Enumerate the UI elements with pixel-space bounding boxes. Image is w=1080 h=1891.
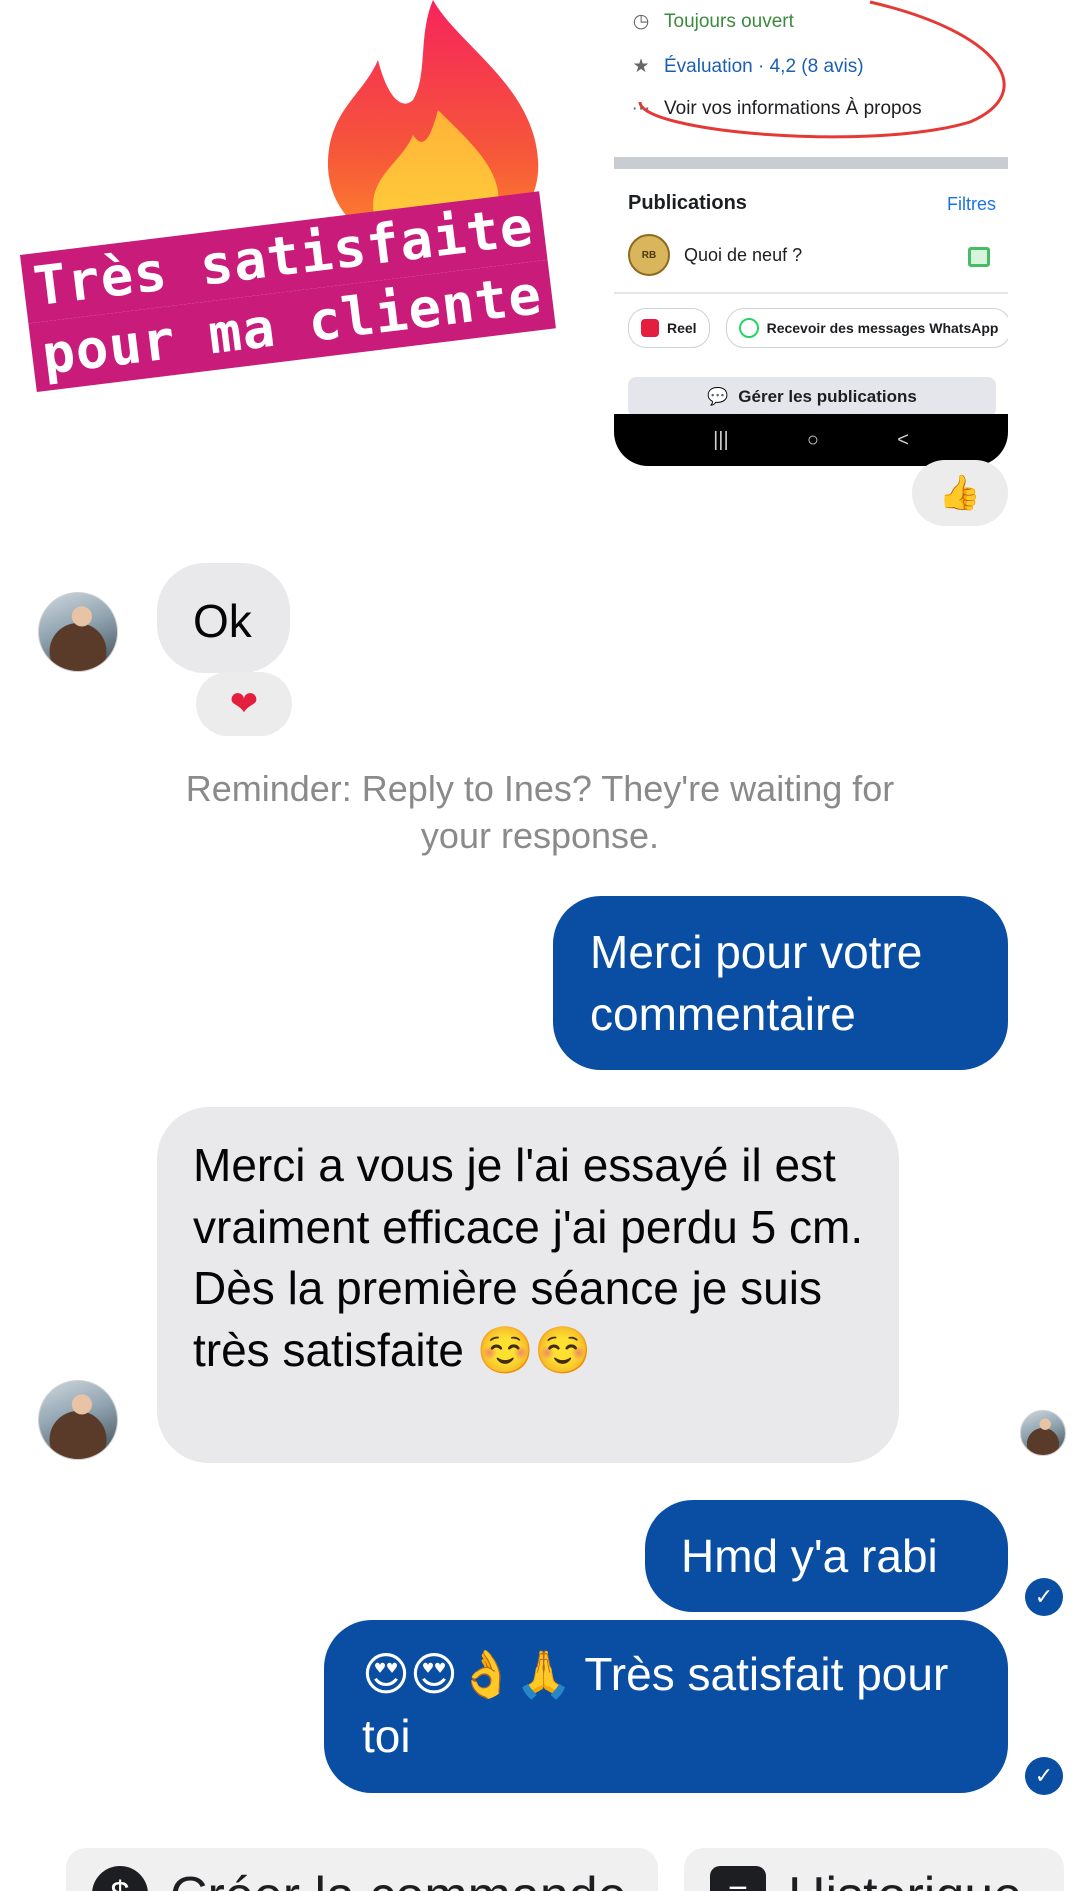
whatsapp-chip: Recevoir des messages WhatsApp (725, 308, 1008, 348)
list-icon: ≡ (710, 1866, 766, 1891)
incoming-message[interactable]: Merci a vous je l'ai essayé il est vraim… (157, 1107, 899, 1463)
outgoing-message[interactable]: Merci pour votre commentaire (553, 896, 1008, 1070)
heart-reaction[interactable]: ❤ (196, 672, 292, 736)
outgoing-message[interactable]: Hmd y'a rabi (645, 1500, 1008, 1612)
contact-avatar[interactable] (38, 592, 118, 672)
reminder-text: Reminder: Reply to Ines? They're waiting… (185, 768, 895, 856)
manage-posts-button: 💬 Gérer les publications (628, 377, 996, 417)
recents-icon: ||| (713, 428, 729, 451)
android-nav-bar: ||| ○ < (614, 414, 1008, 466)
facebook-page-screenshot: ◷ Toujours ouvert ★ Évaluation · 4,2 (8 av… (614, 0, 1008, 466)
contact-avatar[interactable] (38, 1380, 118, 1460)
seen-avatar (1020, 1410, 1066, 1456)
separator (614, 157, 1008, 169)
separator-thin (614, 292, 1008, 294)
more-dots-icon: ··· (631, 98, 651, 119)
history-button[interactable]: ≡ Historique (684, 1848, 1064, 1891)
incoming-message[interactable]: Ok (157, 563, 290, 673)
filters-link: Filtres (947, 194, 996, 214)
open-status: ◷ Toujours ouvert (630, 10, 794, 33)
home-icon: ○ (806, 428, 819, 451)
back-icon: < (897, 428, 909, 451)
thumbs-up-reaction[interactable]: 👍 (912, 460, 1008, 526)
outgoing-message[interactable]: 😍😍👌🙏 Très satisfait pour toi (324, 1620, 1008, 1793)
sent-check-icon: ✓ (1025, 1757, 1063, 1795)
photo-icon (968, 247, 990, 267)
speech-bubble-icon: 💬 (707, 387, 729, 406)
dollar-icon: $ (92, 1866, 148, 1891)
about-link: ··· Voir vos informations À propos (631, 98, 922, 119)
clock-icon: ◷ (632, 11, 650, 32)
action-chips: Reel Recevoir des messages WhatsApp (628, 308, 1008, 348)
whatsapp-icon (738, 318, 759, 338)
sent-check-icon: ✓ (1025, 1578, 1063, 1616)
star-icon: ★ (632, 56, 650, 77)
create-order-button[interactable]: $ Créer la commande (66, 1848, 658, 1891)
reel-icon (641, 319, 659, 337)
rating: ★ Évaluation · 4,2 (8 avis) (630, 55, 863, 78)
